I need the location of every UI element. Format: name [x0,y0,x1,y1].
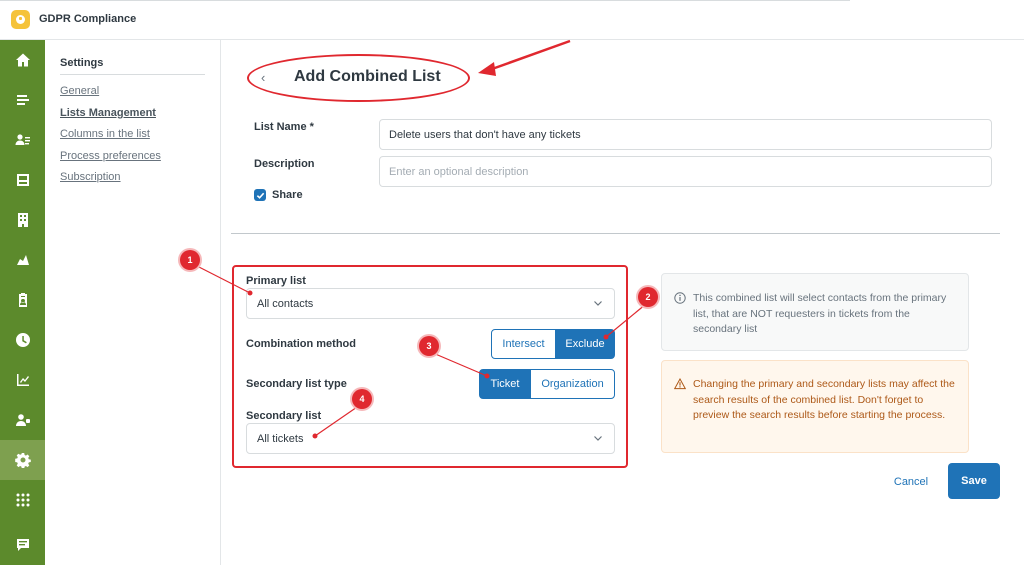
secondary-list-value: All tickets [257,433,304,445]
info-notice: This combined list will select contacts … [661,273,969,351]
ticket-button[interactable]: Ticket [479,369,531,399]
chat-icon[interactable] [0,525,45,565]
combination-method-label: Combination method [246,338,356,350]
views-icon[interactable] [0,80,45,120]
sidebar-item-lists-management[interactable]: Lists Management [60,107,156,119]
description-input[interactable] [379,156,992,187]
apps-grid-icon[interactable] [0,480,45,520]
annotation-marker-4: 4 [352,389,372,409]
cancel-button[interactable]: Cancel [884,468,938,496]
inbox-icon[interactable] [0,160,45,200]
sidebar-item-columns[interactable]: Columns in the list [60,128,150,140]
primary-list-select[interactable]: All contacts [246,288,615,319]
settings-sidebar: Settings General Lists Management Column… [45,40,221,565]
warning-text: Changing the primary and secondary lists… [693,378,955,421]
annotation-marker-3: 3 [419,336,439,356]
home-icon[interactable] [0,40,45,80]
warning-notice: Changing the primary and secondary lists… [661,360,969,453]
annotation-arrow-head [478,62,496,76]
share-checkbox[interactable] [254,189,266,201]
sidebar-item-subscription[interactable]: Subscription [60,171,121,183]
info-icon [674,292,686,304]
share-label: Share [272,189,303,201]
sidebar-item-process-preferences[interactable]: Process preferences [60,150,161,162]
annotation-marker-1: 1 [180,250,200,270]
list-name-label: List Name * [254,121,314,133]
main-nav-rail [0,40,45,565]
secondary-list-type-label: Secondary list type [246,378,347,390]
info-text: This combined list will select contacts … [693,292,947,335]
customers-icon[interactable] [0,120,45,160]
chevron-down-icon [594,436,602,441]
description-label: Description [254,158,315,170]
annotation-arrow-line [491,39,571,71]
secondary-list-select[interactable]: All tickets [246,423,615,454]
sidebar-item-general[interactable]: General [60,85,99,97]
contacts-icon[interactable] [0,240,45,280]
clock-icon[interactable] [0,320,45,360]
annotation-ellipse [247,54,470,102]
organization-button[interactable]: Organization [530,369,615,399]
organization-icon[interactable] [0,200,45,240]
primary-list-value: All contacts [257,298,314,310]
warning-icon [674,378,686,390]
annotation-marker-2: 2 [638,287,658,307]
app-title: GDPR Compliance [39,13,137,25]
intersect-button[interactable]: Intersect [491,329,556,359]
top-divider [0,0,850,1]
chevron-down-icon [594,301,602,306]
save-button[interactable]: Save [948,463,1000,499]
top-bar: GDPR Compliance [0,0,1024,40]
app-logo-icon [11,10,30,29]
admin-users-icon[interactable] [0,400,45,440]
section-divider [231,233,1000,234]
primary-list-label: Primary list [246,275,306,287]
clipboard-icon[interactable] [0,280,45,320]
settings-title: Settings [60,57,104,69]
list-name-input[interactable] [379,119,992,150]
reporting-icon[interactable] [0,360,45,400]
exclude-button[interactable]: Exclude [555,329,615,359]
secondary-list-label: Secondary list [246,410,322,422]
check-icon [256,192,264,199]
gear-icon[interactable] [0,440,45,480]
settings-divider [60,74,205,75]
